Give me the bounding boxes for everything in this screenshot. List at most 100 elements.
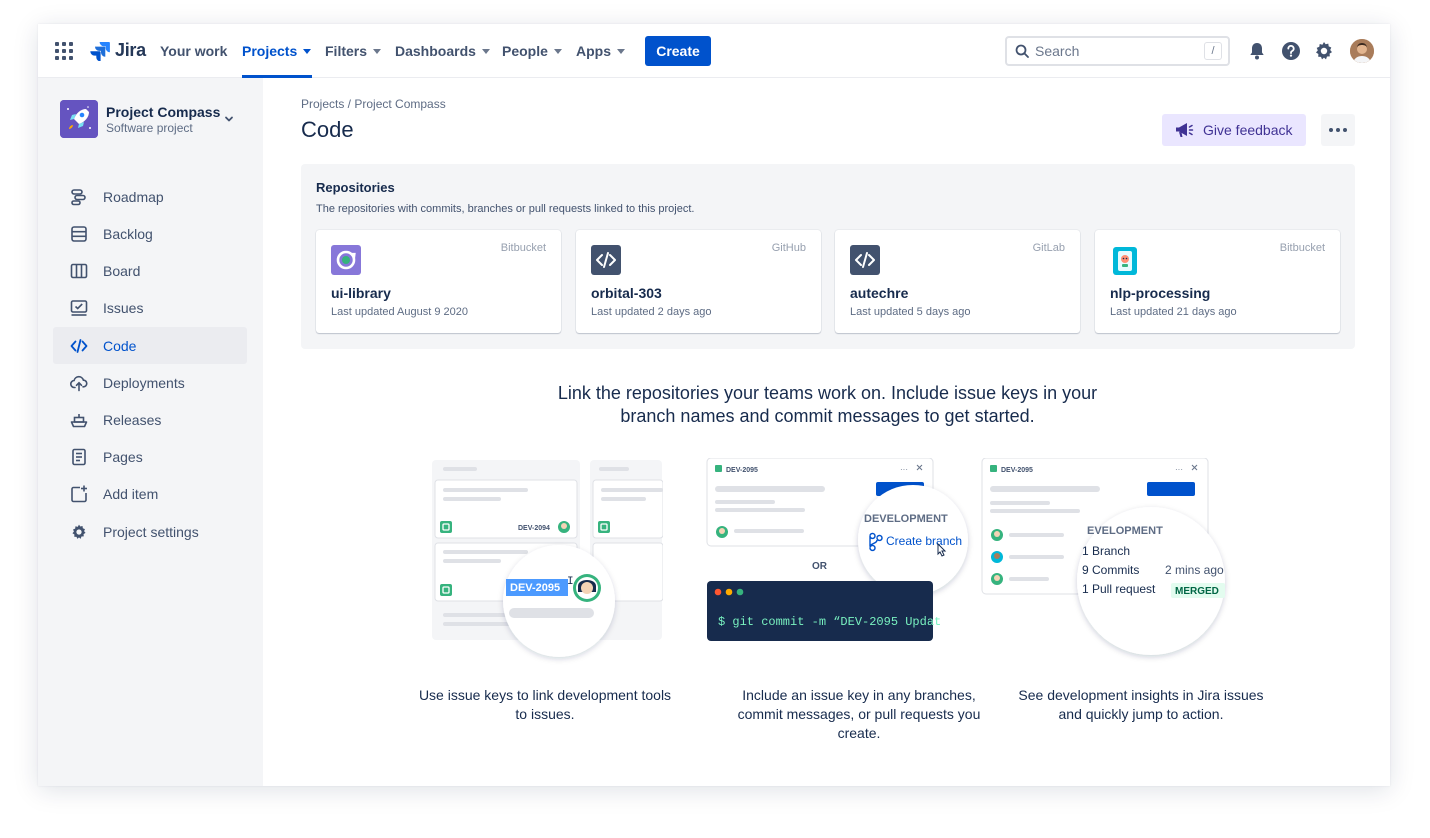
sidebar-item-deployments[interactable]: Deployments xyxy=(53,364,247,401)
card-issue-key: DEV-2095 xyxy=(1001,467,1033,474)
jira-logo-icon xyxy=(90,41,110,61)
repo-provider: Bitbucket xyxy=(1279,242,1325,254)
repo-name: nlp-processing xyxy=(1110,285,1211,301)
repo-updated: Last updated 5 days ago xyxy=(850,306,971,318)
notification-bell-icon[interactable] xyxy=(1246,40,1268,62)
user-avatar[interactable] xyxy=(1350,39,1374,63)
search-shortcut-badge: / xyxy=(1204,42,1222,60)
sidebar-item-label: Issues xyxy=(103,299,144,316)
repo-card-nlp-processing[interactable]: Bitbucket nlp-processing Last updated 21… xyxy=(1095,230,1340,333)
main-content: Projects / Project Compass Code Give fee… xyxy=(263,78,1390,786)
app-switcher-icon[interactable] xyxy=(55,42,73,60)
dev-insights-illustration: DEV-2095 ··· EVELOPMENT 1 Branch 9 Commi… xyxy=(981,457,1225,655)
sidebar-item-pages[interactable]: Pages xyxy=(53,438,247,475)
chevron-down-icon[interactable] xyxy=(224,114,234,124)
repo-updated: Last updated 2 days ago xyxy=(591,306,712,318)
nav-your-work[interactable]: Your work xyxy=(160,24,227,78)
jira-logo[interactable]: Jira xyxy=(90,40,146,61)
repo-provider: Bitbucket xyxy=(500,242,546,254)
page-title: Code xyxy=(301,117,354,142)
sidebar-item-add-item[interactable]: Add item xyxy=(53,475,247,512)
gear-icon[interactable] xyxy=(1313,40,1335,62)
sidebar-item-label: Project settings xyxy=(103,523,199,540)
sync-icon xyxy=(331,245,361,275)
project-switcher[interactable]: Project Compass Software project xyxy=(60,100,220,138)
top-navigation: Jira Your work Projects Filters Dashboar… xyxy=(38,24,1390,78)
search-input[interactable] xyxy=(1035,43,1195,59)
board-icon xyxy=(69,261,89,281)
create-button[interactable]: Create xyxy=(645,36,711,66)
nav-apps[interactable]: Apps xyxy=(576,24,625,78)
avatar-face-icon xyxy=(1350,39,1374,63)
create-branch-illustration: DEV-2095 ··· DEVELOPMENT Create branch O… xyxy=(706,457,968,641)
sidebar-item-backlog[interactable]: Backlog xyxy=(53,215,247,252)
chevron-down-icon xyxy=(373,48,382,54)
breadcrumb[interactable]: Projects / Project Compass xyxy=(301,97,446,111)
caption-branches: Include an issue key in any branches, co… xyxy=(737,687,981,741)
illustration-insights: DEV-2095 ··· EVELOPMENT 1 Branch 9 Commi… xyxy=(981,457,1231,675)
nav-dashboards[interactable]: Dashboards xyxy=(395,24,490,78)
more-actions-button[interactable] xyxy=(1321,114,1355,146)
project-name: Project Compass xyxy=(106,103,221,120)
illustration-branches: DEV-2095 ··· DEVELOPMENT Create branch O… xyxy=(706,457,976,675)
more-icon-dot xyxy=(1343,128,1347,132)
backlog-icon xyxy=(69,224,89,244)
chevron-down-icon xyxy=(481,48,490,54)
sidebar-item-label: Releases xyxy=(103,411,162,428)
issue-key-highlight: DEV-2095 xyxy=(510,582,560,594)
sidebar-item-board[interactable]: Board xyxy=(53,252,247,289)
repositories-title: Repositories xyxy=(316,180,395,195)
illustration-issue-keys: DEV-2094 DEV-2095 I xyxy=(431,458,664,673)
nav-label: Filters xyxy=(325,43,368,59)
more-icon-dot xyxy=(1329,128,1333,132)
chevron-down-icon xyxy=(303,48,312,54)
sidebar-item-roadmap[interactable]: Roadmap xyxy=(53,178,247,215)
nav-label: Projects xyxy=(242,43,298,59)
give-feedback-button[interactable]: Give feedback xyxy=(1162,114,1306,146)
sidebar-item-label: Board xyxy=(103,262,141,279)
repo-name: autechre xyxy=(850,285,909,301)
nav-projects[interactable]: Projects xyxy=(242,24,312,78)
repo-provider: GitHub xyxy=(771,242,806,254)
rocket-icon xyxy=(60,100,98,138)
sidebar-item-label: Backlog xyxy=(103,225,153,242)
pages-icon xyxy=(69,447,89,467)
roadmap-icon xyxy=(69,187,89,207)
repo-card-autechre[interactable]: GitLab autechre Last updated 5 days ago xyxy=(835,230,1080,333)
development-heading: DEVELOPMENT xyxy=(864,513,948,525)
svg-text:···: ··· xyxy=(900,465,908,474)
repo-updated: Last updated 21 days ago xyxy=(1110,306,1237,318)
nav-people[interactable]: People xyxy=(502,24,562,78)
releases-icon xyxy=(69,410,89,430)
nav-filters[interactable]: Filters xyxy=(325,24,382,78)
sidebar-item-project-settings[interactable]: Project settings xyxy=(53,513,247,550)
repo-card-orbital-303[interactable]: GitHub orbital-303 Last updated 2 days a… xyxy=(576,230,821,333)
sidebar-item-releases[interactable]: Releases xyxy=(53,401,247,438)
svg-text:I: I xyxy=(567,576,574,588)
code-icon xyxy=(591,245,621,275)
help-icon[interactable] xyxy=(1280,40,1302,62)
sidebar-item-label: Add item xyxy=(103,485,159,502)
pull-request-count: 1 Pull request xyxy=(1082,582,1156,596)
or-divider: OR xyxy=(812,561,828,572)
create-branch-link: Create branch xyxy=(886,534,962,548)
app-window: Jira Your work Projects Filters Dashboar… xyxy=(38,24,1390,786)
sidebar-item-label: Pages xyxy=(103,448,143,465)
sidebar-item-label: Deployments xyxy=(103,374,185,391)
terminal-command: $ git commit -m “DEV-2095 Updat xyxy=(718,615,941,629)
repo-card-ui-library[interactable]: Bitbucket ui-library Last updated August… xyxy=(316,230,561,333)
chevron-down-icon xyxy=(617,48,625,54)
nav-label: Your work xyxy=(160,43,228,59)
add-item-icon xyxy=(69,484,89,504)
sidebar-item-code[interactable]: Code xyxy=(53,327,247,364)
issue-board-illustration: DEV-2094 DEV-2095 I xyxy=(432,460,664,657)
branch-count: 1 Branch xyxy=(1082,544,1130,558)
sidebar-item-issues[interactable]: Issues xyxy=(53,289,247,326)
nav-label: Apps xyxy=(576,43,611,59)
sidebar-item-label: Roadmap xyxy=(103,188,164,205)
repo-name: ui-library xyxy=(331,285,391,301)
card-issue-key: DEV-2095 xyxy=(726,467,758,474)
search-box[interactable]: / xyxy=(1005,36,1230,66)
commit-count: 9 Commits xyxy=(1082,563,1139,577)
repo-name: orbital-303 xyxy=(591,285,662,301)
